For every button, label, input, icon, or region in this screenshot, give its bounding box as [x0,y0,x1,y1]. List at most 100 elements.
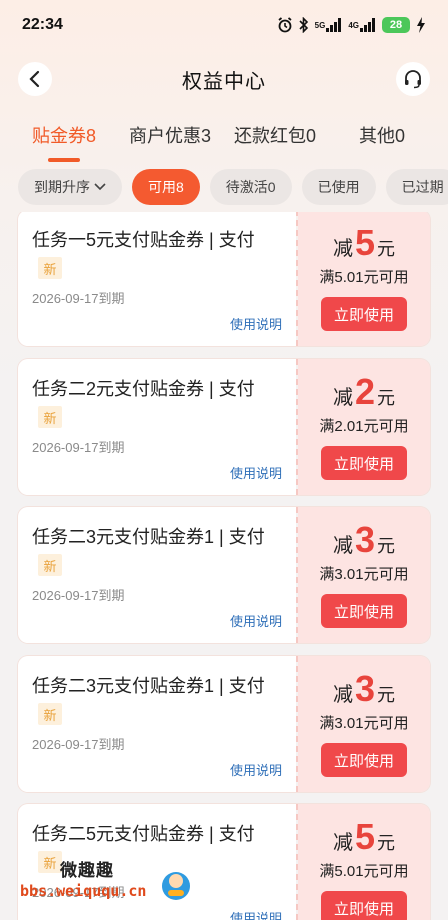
usage-instructions-link[interactable]: 使用说明 [230,463,282,482]
new-badge: 新 [38,554,62,576]
tab-gold-coupon[interactable]: 贴金券8 [32,122,97,162]
sort-dropdown[interactable]: 到期升序 [18,169,122,205]
coupon-expiry: 2026-09-17到期 [32,737,125,752]
watermark-url: bbs.weiququ.cn [20,882,147,900]
coupon-threshold: 满2.01元可用 [319,418,409,435]
alarm-icon [277,17,293,33]
coupon-title: 任务二5元支付贴金券 | 支付 [32,824,255,844]
coupon-value-panel: 减 3 元 满3.01元可用 立即使用 [298,656,430,792]
usage-instructions-link[interactable]: 使用说明 [230,760,282,779]
amount-value: 5 [354,816,376,857]
use-now-button[interactable]: 立即使用 [321,297,407,331]
signal2-icon: 4G [348,18,376,32]
coupon-amount: 减 3 元 [333,519,395,561]
use-now-button[interactable]: 立即使用 [321,594,407,628]
charging-icon [416,17,426,33]
amount-prefix: 减 [332,684,353,706]
filter-expired[interactable]: 已过期 [385,169,448,205]
coupon-amount: 减 5 元 [333,816,395,858]
use-now-button[interactable]: 立即使用 [321,891,407,920]
chevron-down-icon [94,183,106,191]
use-now-button[interactable]: 立即使用 [321,446,407,480]
customer-service-button[interactable] [396,62,430,96]
coupon-title: 任务二2元支付贴金券 | 支付 [32,379,255,399]
amount-value: 3 [354,668,376,709]
coupon-card: 任务二3元支付贴金券1 | 支付 新 2026-09-17到期 使用说明 减 3… [18,507,430,643]
amount-value: 2 [354,371,376,412]
filter-available[interactable]: 可用8 [132,169,200,205]
sort-label: 到期升序 [34,179,90,195]
coupon-info: 任务一5元支付贴金券 | 支付 新 2026-09-17到期 使用说明 [18,212,296,346]
back-button[interactable] [18,62,52,96]
chip-label: 可用8 [148,179,184,195]
page-header: 权益中心 [0,54,448,104]
amount-prefix: 减 [332,832,353,854]
coupon-list[interactable]: 任务一5元支付贴金券 | 支付 新 2026-09-17到期 使用说明 减 5 … [0,212,448,920]
coupon-value-panel: 减 5 元 满5.01元可用 立即使用 [298,804,430,920]
coupon-threshold: 满3.01元可用 [319,715,409,732]
tab-repayment-red-packets[interactable]: 还款红包0 [234,122,316,148]
chip-label: 待激活0 [225,179,276,195]
coupon-card: 任务二3元支付贴金券1 | 支付 新 2026-09-17到期 使用说明 减 3… [18,656,430,792]
status-bar: 22:34 5G 4G 28 [0,0,448,50]
tab-other[interactable]: 其他0 [359,122,405,148]
filter-bar: 到期升序 可用8 待激活0 已使用 已过期 [0,168,448,206]
amount-value: 5 [354,222,376,263]
new-badge: 新 [38,406,62,428]
coupon-tabs: 贴金券8 商户优惠3 还款红包0 其他0 [0,112,448,162]
amount-unit: 元 [377,833,396,853]
chevron-left-icon [29,70,40,88]
page-title: 权益中心 [182,70,266,93]
chip-label: 已使用 [317,179,360,195]
tab-label: 商户优惠3 [129,126,212,146]
mascot-icon [162,872,190,900]
tab-active-indicator [48,158,80,162]
new-badge: 新 [38,257,62,279]
headset-icon [405,70,421,89]
coupon-value-panel: 减 3 元 满3.01元可用 立即使用 [298,507,430,643]
usage-instructions-link[interactable]: 使用说明 [230,611,282,630]
bluetooth-icon [299,17,309,33]
tab-label: 其他0 [359,126,406,146]
battery-indicator: 28 [382,17,410,33]
amount-value: 3 [354,519,376,560]
tab-merchant-offers[interactable]: 商户优惠3 [129,122,211,148]
filter-pending-activation[interactable]: 待激活0 [209,169,292,205]
coupon-title: 任务二3元支付贴金券1 | 支付 [32,676,265,696]
signal2-label: 4G [348,20,359,30]
signal-label: 5G [314,20,326,30]
amount-prefix: 减 [332,387,353,409]
amount-unit: 元 [377,685,396,705]
status-icons: 5G 4G 28 [277,17,426,33]
amount-unit: 元 [377,239,396,259]
coupon-threshold: 满5.01元可用 [319,269,409,286]
coupon-value-panel: 减 5 元 满5.01元可用 立即使用 [298,212,430,346]
filter-used[interactable]: 已使用 [301,169,376,205]
coupon-amount: 减 3 元 [333,668,395,710]
signal-icon: 5G [315,18,343,32]
amount-prefix: 减 [332,535,353,557]
amount-prefix: 减 [332,238,353,260]
site-watermark: 微趣趣 bbs.weiququ.cn [6,852,206,912]
coupon-expiry: 2026-09-17到期 [32,588,125,603]
coupon-amount: 减 5 元 [333,222,395,264]
coupon-info: 任务二3元支付贴金券1 | 支付 新 2026-09-17到期 使用说明 [18,507,296,643]
tab-label: 还款红包0 [234,126,317,146]
coupon-threshold: 满5.01元可用 [319,863,409,880]
tab-label: 贴金券8 [32,126,97,146]
coupon-info: 任务二3元支付贴金券1 | 支付 新 2026-09-17到期 使用说明 [18,656,296,792]
usage-instructions-link[interactable]: 使用说明 [230,314,282,333]
coupon-info: 任务二2元支付贴金券 | 支付 新 2026-09-17到期 使用说明 [18,359,296,495]
coupon-threshold: 满3.01元可用 [319,566,409,583]
chip-label: 已过期 [401,179,444,195]
coupon-expiry: 2026-09-17到期 [32,291,125,306]
usage-instructions-link[interactable]: 使用说明 [230,908,282,920]
amount-unit: 元 [377,388,396,408]
coupon-title: 任务一5元支付贴金券 | 支付 [32,230,255,250]
coupon-card: 任务一5元支付贴金券 | 支付 新 2026-09-17到期 使用说明 减 5 … [18,212,430,346]
amount-unit: 元 [377,536,396,556]
coupon-title: 任务二3元支付贴金券1 | 支付 [32,527,265,547]
new-badge: 新 [38,703,62,725]
coupon-expiry: 2026-09-17到期 [32,440,125,455]
use-now-button[interactable]: 立即使用 [321,743,407,777]
